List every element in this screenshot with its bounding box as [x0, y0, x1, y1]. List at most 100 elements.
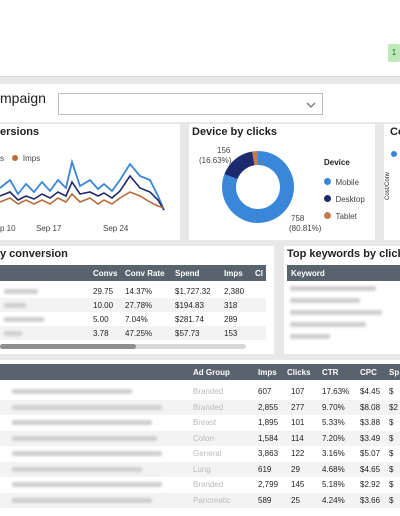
table-cell: $57.73	[175, 329, 200, 338]
table-row[interactable]: Branded 2,855 277 9.70% $8.08 $2	[0, 399, 400, 415]
col-ag-spend[interactable]: Sp	[389, 368, 399, 377]
table-cell: 114	[291, 433, 304, 443]
table-cell: $194.83	[175, 301, 204, 310]
table-cell: 101	[291, 418, 305, 427]
col-ag-imps[interactable]: Imps	[258, 368, 277, 377]
donut-label-mobile-value: 758	[291, 214, 305, 223]
table-cell: 5.00	[93, 315, 109, 324]
campaign-label: mpaign	[0, 90, 46, 106]
table-cell: 1,584	[258, 433, 279, 443]
donut-label-desktop-value: 156	[217, 146, 231, 155]
table-cell: 3.78	[93, 329, 109, 338]
col-convs[interactable]: Convs	[93, 269, 117, 278]
table-cell: 25	[291, 495, 300, 505]
table-cell: $5.07	[360, 449, 381, 458]
table-row[interactable]: Pancreatic 589 25 4.24% $3.66 $	[0, 492, 400, 508]
table-cell: $	[389, 464, 394, 474]
series-line-dark	[0, 174, 165, 211]
col-keyword[interactable]: Keyword	[291, 269, 325, 278]
col-clicks[interactable]: Cl	[255, 269, 263, 278]
table-cell: $	[389, 480, 394, 489]
table-cell: 14.37%	[125, 287, 153, 296]
legend-tablet-dot	[324, 212, 331, 219]
legend-mobile-dot	[324, 178, 331, 185]
clicks-data-bar	[287, 463, 291, 475]
col-ag-ctr[interactable]: CTR	[322, 368, 338, 377]
redacted-campaign-name	[12, 420, 152, 425]
table-row[interactable]: 10.00 27.78% $194.83 318	[0, 298, 266, 312]
keyword-row-5	[290, 334, 330, 339]
col-ag-clicks[interactable]: Clicks	[287, 368, 311, 377]
table-cell: 619	[258, 464, 272, 474]
table-cell: 3.16%	[322, 449, 345, 458]
table-cell: 289	[224, 315, 238, 324]
table-cell: 277	[291, 402, 305, 412]
table-cell: $	[389, 495, 394, 505]
campaign-dropdown[interactable]	[58, 93, 323, 115]
report-header	[0, 0, 400, 77]
table-cell: $281.74	[175, 315, 204, 324]
col-ag-cpc[interactable]: CPC	[360, 368, 377, 377]
table-cell: 122	[291, 449, 305, 458]
redacted-campaign-name	[4, 289, 38, 294]
conversion-table-title: y conversion	[0, 248, 68, 260]
keyword-row-3	[290, 310, 382, 315]
table-cell: $4.45	[360, 387, 381, 396]
table-cell: 153	[224, 329, 238, 338]
table-cell: Branded	[193, 480, 224, 489]
x-tick-1: p 10	[0, 224, 16, 233]
table-cell: 3,863	[258, 449, 279, 458]
table-row[interactable]: Branded 607 107 17.63% $4.45 $	[0, 384, 400, 399]
keywords-card-title: Top keywords by click	[287, 248, 400, 260]
donut-label-mobile-pct: (80.81%)	[289, 224, 322, 233]
table-cell: Branded	[193, 387, 224, 396]
table-cell: $4.65	[360, 464, 381, 474]
col-spend[interactable]: Spend	[175, 269, 199, 278]
table-cell: $3.49	[360, 433, 381, 443]
table-row[interactable]: Breast 1,895 101 5.33% $3.88 $	[0, 415, 400, 430]
clicks-data-bar	[287, 494, 290, 506]
col-ad-group[interactable]: Ad Group	[193, 368, 230, 377]
redacted-campaign-name	[4, 317, 44, 322]
table-row[interactable]: 5.00 7.04% $281.74 289	[0, 312, 266, 326]
table-cell: 5.33%	[322, 418, 345, 427]
cost-axis-label: Cost/Conv	[385, 171, 391, 200]
table-cell: 607	[258, 387, 272, 396]
table-cell: Pancreatic	[193, 495, 231, 505]
table-cell: 589	[258, 495, 272, 505]
redacted-campaign-name	[12, 435, 157, 441]
keyword-row-2	[290, 298, 360, 303]
redacted-campaign-name	[12, 466, 142, 472]
col-conv-rate[interactable]: Conv Rate	[125, 269, 165, 278]
table-row[interactable]: General 3,863 122 3.16% $5.07 $	[0, 446, 400, 461]
table-cell: 4.68%	[322, 464, 345, 474]
table-cell: 107	[291, 387, 305, 396]
redacted-campaign-name	[12, 389, 132, 394]
status-badge: 1	[388, 44, 400, 62]
table-row[interactable]: 29.75 14.37% $1,727.32 2,380	[0, 284, 266, 298]
table-row[interactable]: 3.78 47.25% $57.73 153	[0, 326, 266, 340]
legend-desktop-dot	[324, 195, 331, 202]
table-cell: $3.88	[360, 418, 381, 427]
series-line-blue	[0, 158, 165, 211]
table-row[interactable]: Lung 619 29 4.68% $4.65 $	[0, 461, 400, 477]
redacted-campaign-name	[12, 451, 162, 456]
table-cell: 318	[224, 301, 238, 310]
table-row[interactable]: Colon 1,584 114 7.20% $3.49 $	[0, 430, 400, 446]
chevron-down-icon	[306, 97, 316, 115]
table-cell: 29.75	[93, 287, 114, 296]
table-cell: 7.20%	[322, 433, 345, 443]
table-cell: 1,895	[258, 418, 279, 427]
adgroup-table-header: Ad Group Imps Clicks CTR CPC Sp	[0, 364, 400, 380]
x-tick-2: Sep 17	[36, 224, 62, 233]
table-row[interactable]: Branded 2,799 145 5.18% $2.92 $	[0, 477, 400, 492]
col-imps[interactable]: Imps	[224, 269, 243, 278]
conversions-line-chart	[0, 158, 165, 211]
table-cell: 2,855	[258, 402, 279, 412]
table-cell: 4.24%	[322, 495, 345, 505]
table-cell: $3.66	[360, 495, 381, 505]
conversion-table-scroll-thumb[interactable]	[0, 344, 136, 349]
table-cell: 5.18%	[322, 480, 345, 489]
redacted-campaign-name	[12, 482, 162, 487]
table-cell: $8.08	[360, 402, 381, 412]
